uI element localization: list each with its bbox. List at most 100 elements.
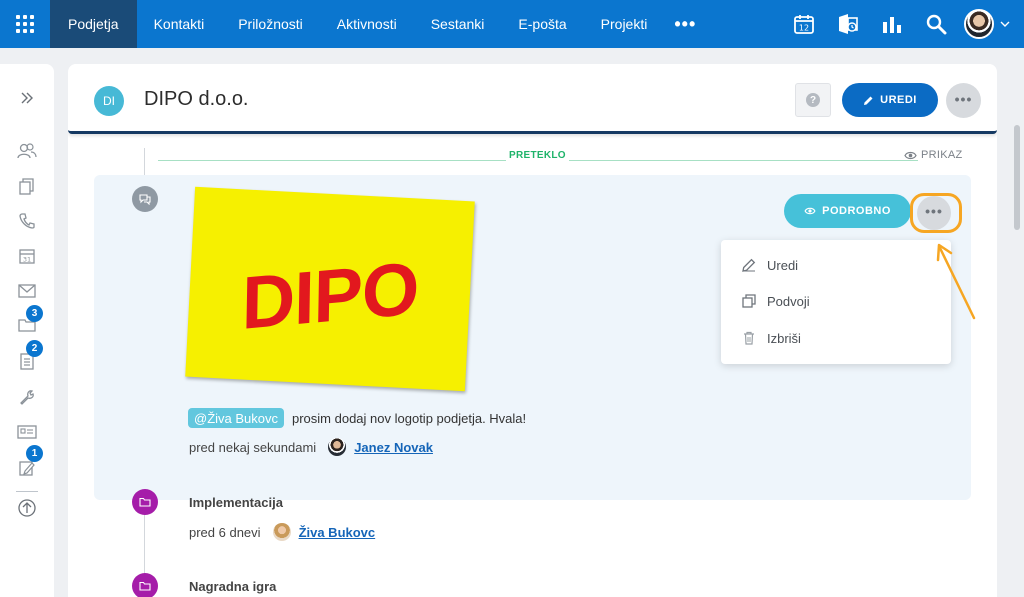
left-sidebar: 31 3 2 1 (0, 64, 54, 597)
top-navbar: Podjetja Kontakti Priložnosti Aktivnosti… (0, 0, 1024, 48)
comment-text: prosim dodaj nov logotip podjetja. Hvala… (292, 411, 527, 426)
users-icon (17, 143, 37, 159)
reports-button[interactable] (870, 0, 914, 48)
view-label-text: PRIKAZ (921, 149, 963, 161)
entry-title[interactable]: Implementacija (189, 495, 283, 510)
app-launcher-button[interactable] (0, 0, 50, 48)
avatar (964, 9, 994, 39)
record-header: DI DIPO d.o.o. ? UREDI ••• (68, 64, 997, 134)
top-icon-bar: 12 (782, 0, 1024, 48)
calendar-button[interactable]: 12 (782, 0, 826, 48)
calendar-icon: 12 (794, 15, 814, 34)
sidebar-item-opportunities[interactable] (16, 175, 38, 197)
menu-item-edit[interactable]: Uredi (741, 257, 798, 273)
logo-text: DIPO (240, 245, 419, 345)
menu-item-label: Izbriši (767, 330, 801, 346)
sidebar-item-email[interactable] (16, 280, 38, 302)
card-more-button[interactable]: ••• (917, 196, 951, 230)
folder-icon (139, 581, 151, 591)
wrench-icon (20, 390, 34, 405)
pointer-arrow-icon (936, 243, 976, 320)
expand-sidebar-button[interactable] (16, 87, 38, 109)
question-icon: ? (806, 93, 820, 107)
view-toggle[interactable]: PRIKAZ (904, 149, 963, 161)
entry-meta: pred 6 dnevi Živa Bukovc (189, 523, 375, 541)
trash-icon (744, 331, 754, 345)
nav-item-eposta[interactable]: E-pošta (501, 0, 583, 48)
arrow-up-circle-icon (18, 499, 36, 517)
nav-item-sestanki[interactable]: Sestanki (414, 0, 502, 48)
sidebar-item-contacts[interactable] (16, 140, 38, 162)
duplicate-icon (742, 294, 756, 308)
double-chevron-right-icon (21, 92, 33, 104)
calendar-day: 12 (799, 24, 809, 33)
user-menu[interactable] (958, 9, 1024, 39)
grid-icon (16, 15, 34, 33)
comment-meta: pred nekaj sekundami Janez Novak (189, 438, 433, 456)
chat-bubbles-icon (139, 194, 151, 205)
avatar (328, 438, 347, 456)
comment-node (132, 186, 158, 212)
main-nav: Podjetja Kontakti Priložnosti Aktivnosti… (50, 0, 710, 48)
edit-button[interactable]: UREDI (842, 83, 938, 117)
project-node (132, 489, 158, 515)
scrollbar-thumb[interactable] (1014, 125, 1020, 230)
company-avatar: DI (94, 86, 124, 116)
exchange-sync-icon (839, 14, 858, 34)
project-node (132, 573, 158, 597)
sidebar-item-invoices[interactable] (16, 421, 38, 443)
invoice-icon (17, 425, 37, 439)
entry-time: pred 6 dnevi (189, 524, 261, 540)
calendar-icon: 31 (19, 249, 35, 264)
author-link[interactable]: Janez Novak (354, 440, 433, 455)
help-button[interactable]: ? (795, 83, 831, 117)
company-logo-image: DIPO (185, 186, 475, 392)
header-more-button[interactable]: ••• (946, 83, 981, 118)
bar-chart-icon (883, 17, 901, 33)
card-actions-menu: Uredi Podvoji Izbriši (721, 240, 951, 364)
more-dots-icon: ••• (925, 203, 943, 219)
documents-count-badge: 2 (26, 340, 43, 357)
details-button[interactable]: PODROBNO (784, 194, 911, 228)
sidebar-item-support[interactable] (16, 386, 38, 408)
cards-stack-icon (19, 178, 34, 195)
page-title: DIPO d.o.o. (144, 88, 249, 110)
search-icon (926, 14, 947, 35)
menu-item-label: Uredi (767, 257, 799, 273)
notes-count-badge: 1 (26, 445, 43, 462)
menu-item-duplicate[interactable]: Podvoji (741, 293, 810, 309)
pencil-icon (742, 258, 756, 272)
overdue-label: PRETEKLO (506, 150, 569, 161)
entry-title[interactable]: Nagradna igra (189, 579, 276, 594)
nav-item-projekti[interactable]: Projekti (584, 0, 665, 48)
eye-icon (804, 207, 816, 215)
sidebar-item-calendar[interactable]: 31 (16, 245, 38, 267)
author-link[interactable]: Živa Bukovc (299, 525, 376, 540)
search-button[interactable] (914, 0, 958, 48)
folder-icon (139, 497, 151, 507)
comment-time: pred nekaj sekundami (189, 439, 317, 455)
exchange-button[interactable] (826, 0, 870, 48)
details-button-label: PODROBNO (822, 205, 891, 217)
edit-button-label: UREDI (880, 94, 917, 106)
nav-item-priloznosti[interactable]: Priložnosti (221, 0, 320, 48)
sidebar-divider (16, 491, 38, 492)
scroll-top-button[interactable] (16, 497, 38, 519)
mention-tag[interactable]: @Živa Bukovc (188, 408, 284, 428)
envelope-icon (18, 284, 36, 298)
nav-item-aktivnosti[interactable]: Aktivnosti (320, 0, 414, 48)
chevron-down-icon (1000, 21, 1010, 27)
nav-item-podjetja[interactable]: Podjetja (50, 0, 137, 48)
sidebar-item-calls[interactable] (16, 210, 38, 232)
eye-icon (904, 151, 917, 159)
pencil-icon (864, 96, 873, 105)
nav-more-button[interactable]: ••• (664, 0, 710, 48)
main-panel: DI DIPO d.o.o. ? UREDI ••• PRETEKLO PRIK… (68, 64, 997, 597)
more-dots-icon: ••• (954, 90, 973, 107)
avatar (272, 523, 291, 541)
nav-item-kontakti[interactable]: Kontakti (137, 0, 222, 48)
phone-icon (19, 213, 35, 229)
svg-text:31: 31 (23, 256, 31, 264)
menu-item-delete[interactable]: Izbriši (741, 330, 801, 346)
menu-item-label: Podvoji (767, 293, 810, 309)
